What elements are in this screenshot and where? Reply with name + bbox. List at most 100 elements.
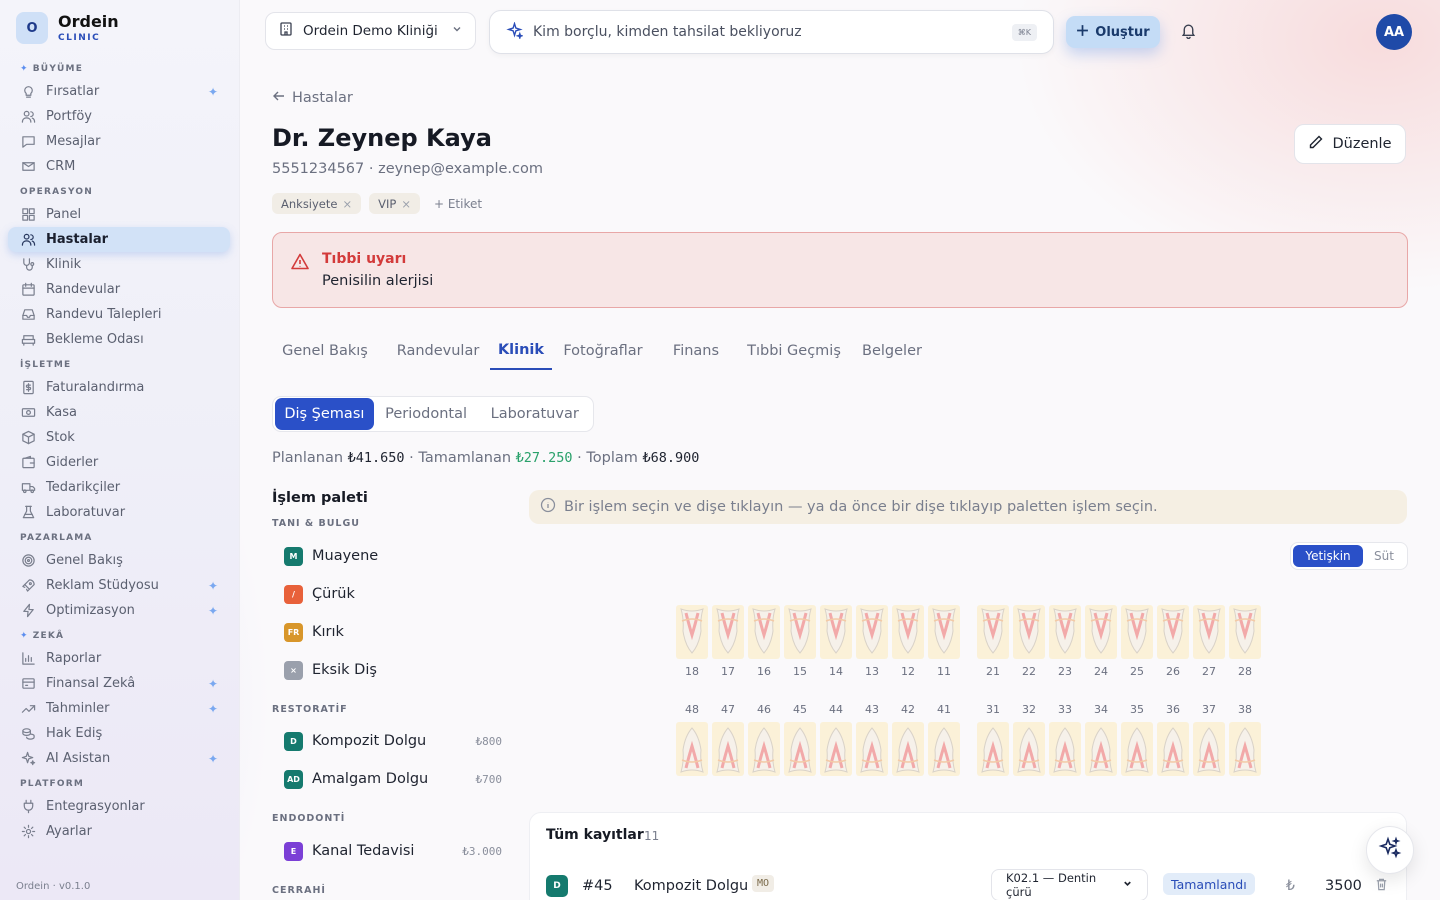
diagnosis-select[interactable]: K02.1 — Dentin çürü xyxy=(991,869,1148,900)
sidebar-item-panel[interactable]: Panel xyxy=(8,202,230,227)
trash-icon[interactable] xyxy=(1374,877,1389,896)
subtab-periodontal[interactable]: Periodontal xyxy=(374,398,479,430)
tab-finans[interactable]: Finans xyxy=(662,332,730,370)
tooth-41[interactable] xyxy=(928,722,960,776)
tooth-16[interactable] xyxy=(748,605,780,659)
bell-icon[interactable] xyxy=(1180,22,1197,43)
tooth-43[interactable] xyxy=(856,722,888,776)
dentition-primary[interactable]: Süt xyxy=(1363,545,1405,567)
subtab-laboratuvar[interactable]: Laboratuvar xyxy=(478,398,591,430)
tooth-31[interactable] xyxy=(977,722,1009,776)
palette-item[interactable]: E Kanal Tedavisi ₺3.000 xyxy=(284,839,502,863)
sidebar-item-crm[interactable]: CRM xyxy=(8,154,230,179)
table-row[interactable]: D #45 Kompozit Dolgu MO K02.1 — Dentin ç… xyxy=(546,869,1396,900)
sidebar-item-stok[interactable]: Stok xyxy=(8,425,230,450)
palette-item[interactable]: M Muayene xyxy=(284,544,502,568)
brand[interactable]: O Ordein CLINIC xyxy=(16,12,119,44)
sidebar-item-randevu-talepleri[interactable]: Randevu Talepleri xyxy=(8,302,230,327)
clinic-selector[interactable]: Ordein Demo Kliniği xyxy=(265,12,476,50)
sidebar-item-ai-asistan[interactable]: AI Asistan ✦ xyxy=(8,746,230,771)
sidebar-item-laboratuvar[interactable]: Laboratuvar xyxy=(8,500,230,525)
tooth-38[interactable] xyxy=(1229,722,1261,776)
sidebar-item-tedarikçiler[interactable]: Tedarikçiler xyxy=(8,475,230,500)
add-tag-button[interactable]: + Etiket xyxy=(434,197,482,211)
tooth-26[interactable] xyxy=(1157,605,1189,659)
tooth-14[interactable] xyxy=(820,605,852,659)
tooth-42[interactable] xyxy=(892,722,924,776)
sidebar-item-reklam-stüdyosu[interactable]: Reklam Stüdyosu ✦ xyxy=(8,573,230,598)
tooth-18[interactable] xyxy=(676,605,708,659)
palette-item[interactable]: FR Kırık xyxy=(284,620,502,644)
sidebar-item-raporlar[interactable]: Raporlar xyxy=(8,646,230,671)
palette-item[interactable]: × Eksik Diş xyxy=(284,658,502,682)
search-input[interactable]: Kim borçlu, kimden tahsilat bekliyoruz ⌘… xyxy=(489,10,1054,54)
palette-item[interactable]: D Kompozit Dolgu ₺800 xyxy=(284,729,502,753)
tab-tıbbi-geçmiş[interactable]: Tıbbi Geçmiş xyxy=(736,332,852,370)
tooth-11[interactable] xyxy=(928,605,960,659)
palette-item[interactable]: AD Amalgam Dolgu ₺700 xyxy=(284,767,502,791)
sidebar-item-entegrasyonlar[interactable]: Entegrasyonlar xyxy=(8,794,230,819)
tab-genel-bakış[interactable]: Genel Bakış xyxy=(272,332,378,370)
avatar[interactable]: AA xyxy=(1376,14,1412,50)
back-link[interactable]: Hastalar xyxy=(272,89,353,107)
sidebar-item-kasa[interactable]: Kasa xyxy=(8,400,230,425)
tooth-33[interactable] xyxy=(1049,722,1081,776)
tooth-21[interactable] xyxy=(977,605,1009,659)
tooth-22[interactable] xyxy=(1013,605,1045,659)
sidebar-item-optimizasyon[interactable]: Optimizasyon ✦ xyxy=(8,598,230,623)
edit-button[interactable]: Düzenle xyxy=(1294,124,1406,164)
tooth-23[interactable] xyxy=(1049,605,1081,659)
tooth-28[interactable] xyxy=(1229,605,1261,659)
tab-belgeler[interactable]: Belgeler xyxy=(854,332,930,370)
sidebar-item-randevular[interactable]: Randevular xyxy=(8,277,230,302)
sidebar-item-genel-bakış[interactable]: Genel Bakış xyxy=(8,548,230,573)
tooth-13[interactable] xyxy=(856,605,888,659)
sidebar-item-klinik[interactable]: Klinik xyxy=(8,252,230,277)
sidebar-item-finansal-zek-[interactable]: Finansal Zekâ ✦ xyxy=(8,671,230,696)
sidebar-item-portföy[interactable]: Portföy xyxy=(8,104,230,129)
tooth-36[interactable] xyxy=(1157,722,1189,776)
tooth-35[interactable] xyxy=(1121,722,1153,776)
tooth-12[interactable] xyxy=(892,605,924,659)
tab-klinik[interactable]: Klinik xyxy=(490,332,552,370)
sidebar-item-ayarlar[interactable]: Ayarlar xyxy=(8,819,230,844)
create-button[interactable]: Oluştur xyxy=(1066,16,1160,48)
tooth-45[interactable] xyxy=(784,722,816,776)
tooth-15[interactable] xyxy=(784,605,816,659)
sidebar-item-hak-ediş[interactable]: Hak Ediş xyxy=(8,721,230,746)
tooth-number-label: 41 xyxy=(937,703,951,716)
sparkle-icon: ✦ xyxy=(20,631,29,641)
tooth-number-label: 36 xyxy=(1166,703,1180,716)
tab-fotoğraflar[interactable]: Fotoğraflar xyxy=(556,332,650,370)
sidebar-item-fırsatlar[interactable]: Fırsatlar ✦ xyxy=(8,79,230,104)
sidebar-item-label: Reklam Stüdyosu xyxy=(46,578,159,593)
tooth-44[interactable] xyxy=(820,722,852,776)
tooth-34[interactable] xyxy=(1085,722,1117,776)
palette-item[interactable]: / Çürük xyxy=(284,582,502,606)
sidebar-item-bekleme-odası[interactable]: Bekleme Odası xyxy=(8,327,230,352)
close-icon[interactable]: × xyxy=(401,197,411,211)
tooth-25[interactable] xyxy=(1121,605,1153,659)
tooth-32[interactable] xyxy=(1013,722,1045,776)
tag-chip[interactable]: Anksiyete × xyxy=(272,193,362,214)
tooth-48[interactable] xyxy=(676,722,708,776)
close-icon[interactable]: × xyxy=(342,197,352,211)
amount-field[interactable]: 3500 xyxy=(1325,878,1362,894)
tag-chip[interactable]: VIP × xyxy=(369,193,420,214)
sidebar-item-tahminler[interactable]: Tahminler ✦ xyxy=(8,696,230,721)
sidebar-item-faturalandırma[interactable]: Faturalandırma xyxy=(8,375,230,400)
sidebar-item-mesajlar[interactable]: Mesajlar xyxy=(8,129,230,154)
tooth-24[interactable] xyxy=(1085,605,1117,659)
tooth-17[interactable] xyxy=(712,605,744,659)
tooth-37[interactable] xyxy=(1193,722,1225,776)
ai-assistant-button[interactable] xyxy=(1366,826,1414,874)
subtab-diş-şeması[interactable]: Diş Şeması xyxy=(275,398,374,430)
status-badge[interactable]: Tamamlandı xyxy=(1163,873,1255,895)
sidebar-item-giderler[interactable]: Giderler xyxy=(8,450,230,475)
tooth-27[interactable] xyxy=(1193,605,1225,659)
tooth-47[interactable] xyxy=(712,722,744,776)
tab-randevular[interactable]: Randevular xyxy=(382,332,494,370)
tooth-46[interactable] xyxy=(748,722,780,776)
dentition-adult[interactable]: Yetişkin xyxy=(1293,545,1363,567)
sidebar-item-hastalar[interactable]: Hastalar xyxy=(8,227,230,252)
